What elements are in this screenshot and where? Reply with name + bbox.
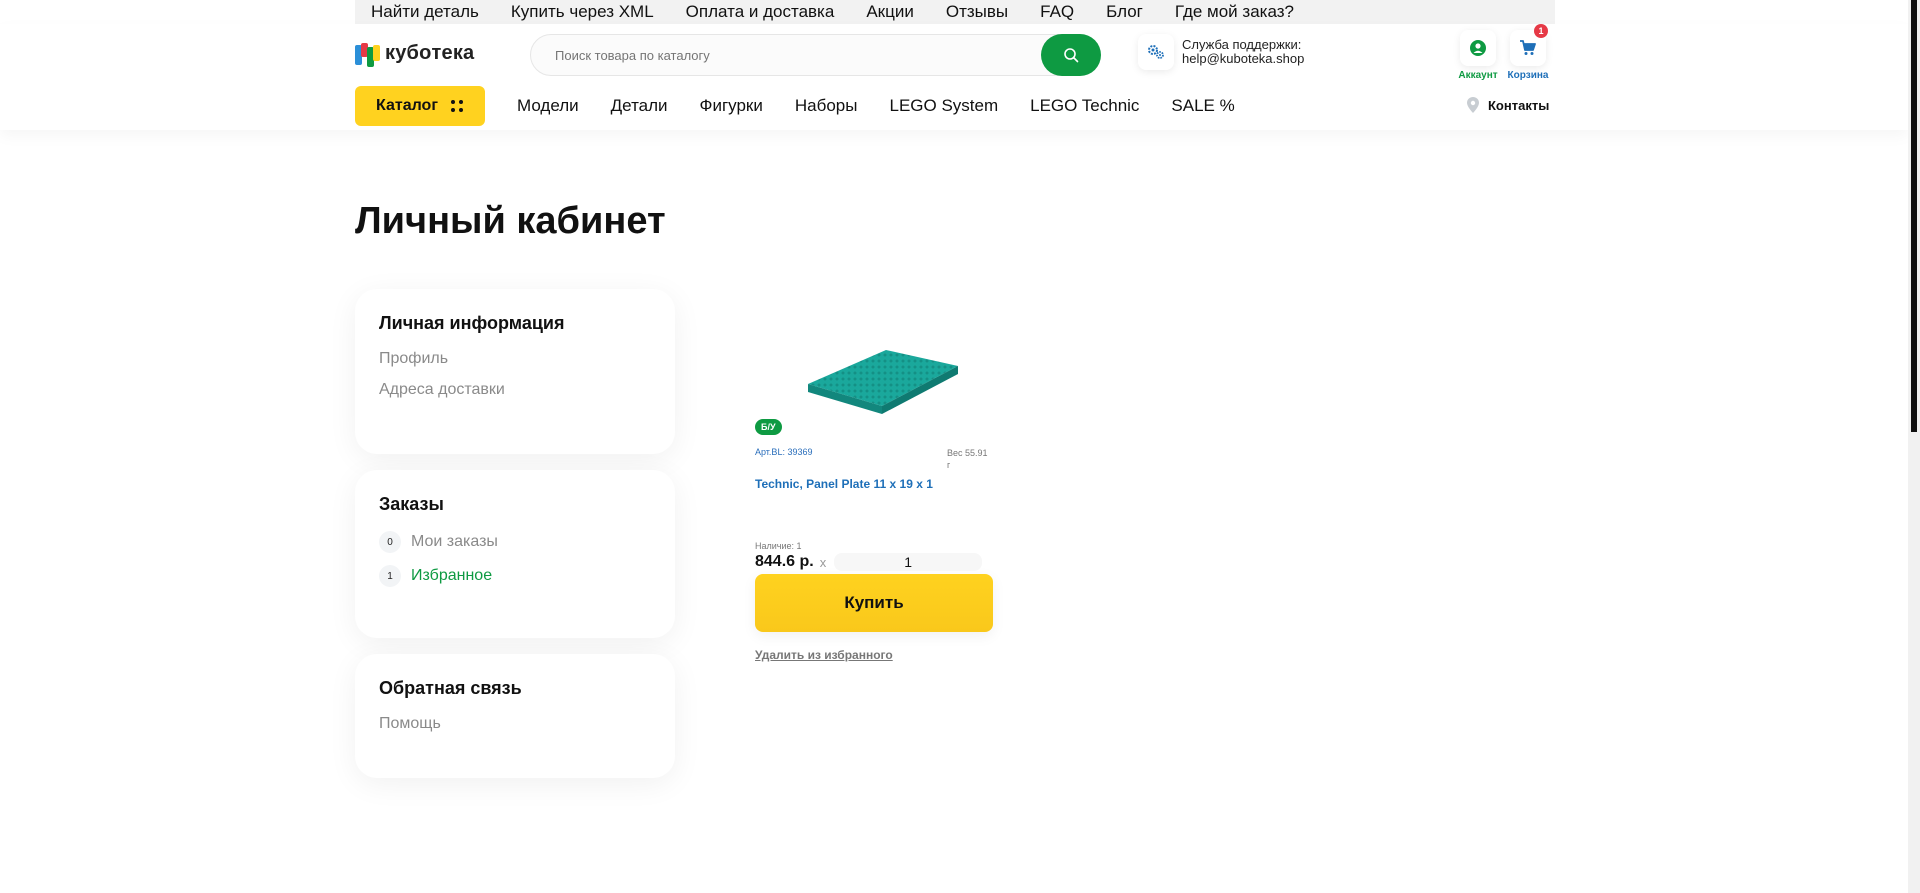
search-bar xyxy=(530,34,1101,76)
used-badge: Б/У xyxy=(755,419,782,435)
location-pin-icon xyxy=(1467,97,1479,113)
category-parts[interactable]: Детали xyxy=(611,96,668,116)
category-sale[interactable]: SALE % xyxy=(1171,96,1234,116)
personal-info-title: Личная информация xyxy=(379,313,565,333)
product-image[interactable] xyxy=(786,310,976,430)
category-sets[interactable]: Наборы xyxy=(795,96,858,116)
topnav-payment-delivery[interactable]: Оплата и доставка xyxy=(686,1,835,23)
quantity-input[interactable] xyxy=(834,553,983,571)
grid-dots-icon xyxy=(450,100,463,112)
personal-info-card: Личная информация Профиль Адреса доставк… xyxy=(355,289,675,454)
logo-text: кубoтека xyxy=(385,42,475,64)
search-button[interactable] xyxy=(1041,34,1101,76)
search-icon xyxy=(1064,48,1079,63)
support-email[interactable]: help@kuboteka.shop xyxy=(1182,52,1304,66)
product-availability: Наличие: 1 xyxy=(755,541,802,551)
gears-icon xyxy=(1138,34,1174,70)
topnav-find-part[interactable]: Найти деталь xyxy=(371,1,479,23)
my-orders-link[interactable]: 0 Мои заказы xyxy=(379,531,651,553)
catalog-label: Каталог xyxy=(376,97,438,114)
support-text: Служба поддержки: help@kuboteka.shop xyxy=(1182,38,1304,66)
top-navigation: Найти деталь Купить через XML Оплата и д… xyxy=(355,0,1555,24)
delivery-addresses-link[interactable]: Адреса доставки xyxy=(379,381,651,399)
favorites-label: Избранное xyxy=(411,567,493,584)
page-scrollbar[interactable] xyxy=(1908,0,1920,893)
cart-label: Корзина xyxy=(1507,70,1549,81)
favorites-link[interactable]: 1 Избранное xyxy=(379,565,651,587)
category-navigation: Каталог Модели Детали Фигурки Наборы LEG… xyxy=(355,86,1267,126)
support-label: Служба поддержки: xyxy=(1182,37,1302,52)
cart-button[interactable]: 1 Корзина xyxy=(1506,24,1550,81)
account-icon xyxy=(1460,30,1496,66)
price-row: 844.6 р. x xyxy=(755,553,993,571)
contacts-label: Контакты xyxy=(1488,97,1550,113)
header-actions: Аккаунт 1 Корзина xyxy=(1456,24,1550,81)
cart-count-badge: 1 xyxy=(1534,24,1548,38)
category-lego-system[interactable]: LEGO System xyxy=(889,96,998,116)
page-title: Личный кабинет xyxy=(355,200,666,242)
topnav-buy-xml[interactable]: Купить через XML xyxy=(511,1,654,23)
topnav-promotions[interactable]: Акции xyxy=(866,1,914,23)
topnav-faq[interactable]: FAQ xyxy=(1040,1,1074,23)
catalog-button[interactable]: Каталог xyxy=(355,86,485,126)
logo[interactable]: кубoтека xyxy=(355,42,475,67)
product-article: Арт.BL: 39369 xyxy=(755,447,813,457)
product-meta: Арт.BL: 39369 Вес 55.91 г xyxy=(755,447,993,471)
site-header: кубoтека Служба поддержки: help@kuboteka… xyxy=(0,24,1908,130)
product-name-link[interactable]: Technic, Panel Plate 11 x 19 x 1 xyxy=(755,477,993,491)
account-button[interactable]: Аккаунт xyxy=(1456,30,1500,81)
category-figures[interactable]: Фигурки xyxy=(700,96,763,116)
orders-card: Заказы 0 Мои заказы 1 Избранное xyxy=(355,470,675,638)
feedback-card: Обратная связь Помощь xyxy=(355,654,675,778)
favorite-product-card: Б/У Арт.BL: 39369 Вес 55.91 г Technic, P… xyxy=(755,304,993,662)
search-input[interactable] xyxy=(555,35,1025,75)
product-weight: Вес 55.91 г xyxy=(947,448,988,470)
remove-from-favorites-link[interactable]: Удалить из избранного xyxy=(755,648,993,662)
profile-link[interactable]: Профиль xyxy=(379,350,651,368)
my-orders-count: 0 xyxy=(379,531,401,553)
my-orders-label: Мои заказы xyxy=(411,533,498,550)
category-lego-technic[interactable]: LEGO Technic xyxy=(1030,96,1139,116)
topnav-reviews[interactable]: Отзывы xyxy=(946,1,1008,23)
orders-title: Заказы xyxy=(379,494,444,514)
help-link[interactable]: Помощь xyxy=(379,715,651,733)
product-price: 844.6 р. xyxy=(755,553,814,570)
support-info: Служба поддержки: help@kuboteka.shop xyxy=(1138,34,1304,70)
logo-mark-icon xyxy=(355,42,381,67)
buy-button[interactable]: Купить xyxy=(755,574,993,632)
category-models[interactable]: Модели xyxy=(517,96,579,116)
account-label: Аккаунт xyxy=(1458,70,1498,81)
favorites-count: 1 xyxy=(379,565,401,587)
scrollbar-thumb[interactable] xyxy=(1911,0,1917,432)
feedback-title: Обратная связь xyxy=(379,678,522,698)
contacts-link[interactable]: Контакты xyxy=(1466,96,1549,114)
topnav-blog[interactable]: Блог xyxy=(1106,1,1143,23)
times-sign: x xyxy=(819,554,827,570)
topnav-order-status[interactable]: Где мой заказ? xyxy=(1175,1,1294,23)
